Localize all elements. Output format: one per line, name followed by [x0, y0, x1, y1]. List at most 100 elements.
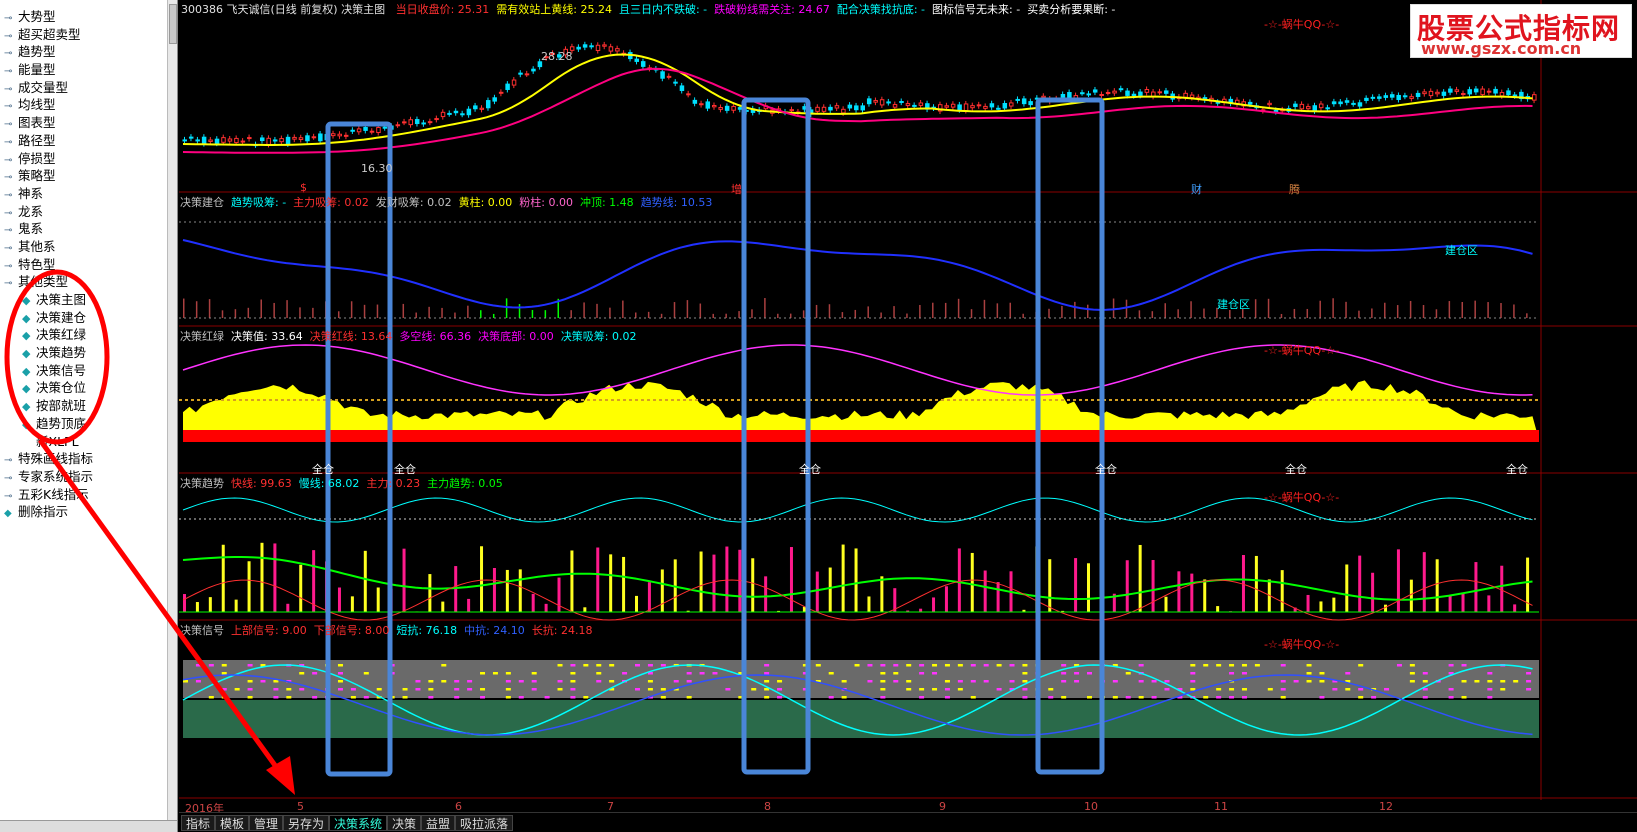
tree-item[interactable]: ◆ 决策红绿	[0, 326, 168, 344]
candle-body	[195, 139, 200, 142]
qushi-bar	[751, 558, 755, 612]
signal-dot	[660, 688, 666, 691]
jiancang-zone-label-2: 建仓区	[1217, 298, 1250, 311]
qushi-bar	[1371, 572, 1375, 612]
tree-item[interactable]: ⊸ 成交量型	[0, 79, 168, 97]
candle-body	[699, 103, 704, 106]
candle-body	[634, 58, 639, 62]
tree-item[interactable]: ⊸ 其他类型	[0, 273, 168, 291]
qushi-bar	[1190, 573, 1194, 612]
bottom-tab[interactable]: 益盟	[421, 815, 456, 831]
qushi-bar	[1138, 544, 1142, 612]
tree-item[interactable]: ⊸ 特色型	[0, 256, 168, 274]
tree-item[interactable]: ◆ 决策信号	[0, 362, 168, 380]
tree-item[interactable]: ⊸ 均线型	[0, 96, 168, 114]
signal-dot	[764, 696, 770, 699]
qushi-bar	[983, 570, 987, 612]
tree-item[interactable]: ⊸ 路径型	[0, 132, 168, 150]
signal-dot	[1190, 672, 1196, 675]
qushi-bar	[518, 569, 522, 612]
panel-value: 主力吸筹: 0.02	[293, 196, 369, 209]
indicator-tree-panel[interactable]: ⊸ 大势型 ⊸ 超买超卖型 ⊸ 趋势型 ⊸ 能量型 ⊸ 成交量型 ⊸ 均线型 ⊸ 图表型 ⊸ 路径型 ⊸ 停损型 ⊸…	[0, 0, 178, 832]
bottom-tab[interactable]: 模板	[215, 815, 250, 831]
tree-item-label: 超买超卖型	[18, 26, 81, 42]
bottom-tab[interactable]: 指标	[181, 815, 216, 831]
jiancang-bar	[699, 303, 702, 318]
tree-scrollbar-thumb[interactable]	[169, 4, 177, 44]
candle-body	[595, 44, 601, 52]
qushi-bar	[273, 543, 277, 612]
watermark-xinhao: -☆-蜗牛QQ-☆-	[1264, 638, 1340, 651]
signal-dot	[841, 696, 847, 699]
bottom-tab[interactable]: 决策系统	[329, 815, 388, 831]
tree-item[interactable]: ◆ 删除指示	[0, 503, 168, 521]
signal-dot	[531, 672, 537, 675]
signal-dot	[1487, 672, 1493, 675]
panel-value: 主力: 0.23	[366, 477, 421, 490]
bottom-tab[interactable]: 管理	[249, 815, 284, 831]
candle-body	[1157, 91, 1163, 94]
tree-item[interactable]: ⊸ 专家系统指示	[0, 468, 168, 486]
candle-body	[1409, 96, 1414, 99]
signal-dot	[983, 664, 989, 667]
tree-item[interactable]: ◆ 决策建仓	[0, 309, 168, 327]
tree-scrollbar[interactable]	[167, 0, 177, 820]
panel-title-xinhao: 决策信号 上部信号: 9.00 下部信号: 8.00 短抗: 76.18 中抗: 24.…	[180, 622, 600, 638]
signal-dot	[777, 688, 783, 691]
panel-value: 决策红线: 13.64	[309, 330, 393, 343]
signal-dot	[1009, 680, 1015, 683]
tree-item[interactable]: ⊸ 五彩K线指示	[0, 486, 168, 504]
tree-item[interactable]: ⊸ 神系	[0, 185, 168, 203]
candle-body	[854, 105, 859, 111]
jiancang-bar	[686, 300, 689, 318]
signal-dot	[402, 696, 408, 699]
tree-bottom-tabs[interactable]	[0, 820, 177, 832]
qushi-bar	[1461, 593, 1465, 612]
chart-area[interactable]: 300386 飞天诚信(日线 前复权) 决策主图 当日收盘价: 25.31 需有效…	[179, 0, 1637, 832]
signal-dot	[1448, 696, 1454, 699]
bottom-tab[interactable]: 决策	[387, 815, 422, 831]
signal-dot	[1280, 680, 1286, 683]
jiancang-bar	[1267, 298, 1270, 318]
tree-item-label: 新XLPL	[36, 433, 79, 449]
tree-item[interactable]: ⊸ 大势型	[0, 8, 168, 26]
tree-item[interactable]: ◆ 决策主图	[0, 291, 168, 309]
tree-item[interactable]: ⊸ 鬼系	[0, 220, 168, 238]
tree-item[interactable]: ⊸ 特殊画线指标	[0, 450, 168, 468]
candle-body	[402, 121, 407, 124]
tree-item[interactable]: ⊸ 策略型	[0, 167, 168, 185]
candle-body	[582, 44, 588, 48]
signal-dot	[1448, 664, 1454, 667]
candle-body	[343, 134, 349, 137]
signal-dot	[454, 696, 460, 699]
jiancang-bar	[492, 313, 495, 318]
signal-dot	[1022, 696, 1028, 699]
jiancang-bar	[1138, 310, 1141, 318]
bottom-tab[interactable]: 另存为	[283, 815, 330, 831]
qushi-bar	[841, 544, 845, 612]
tree-item[interactable]: ◆ 决策趋势	[0, 344, 168, 362]
candle-body	[1041, 95, 1046, 99]
signal-dot	[622, 672, 628, 675]
tree-item[interactable]: ◆ 按部就班	[0, 397, 168, 415]
tree-item[interactable]: ⊸ 停损型	[0, 150, 168, 168]
candle-body	[886, 101, 891, 104]
tree-item[interactable]: ⊸ 其他系	[0, 238, 168, 256]
tree-item[interactable]: ◆新XLPL	[0, 433, 168, 451]
tree-item-label: 鬼系	[18, 221, 44, 237]
signal-dot	[518, 696, 524, 699]
signal-dot	[273, 696, 279, 699]
tree-item[interactable]: ◆ 趋势顶底	[0, 415, 168, 433]
signal-dot	[596, 664, 602, 667]
bottom-tab[interactable]: 吸拉派落	[455, 815, 514, 831]
tree-item[interactable]: ◆ 决策仓位	[0, 379, 168, 397]
tree-item[interactable]: ⊸ 能量型	[0, 61, 168, 79]
candle-body	[944, 105, 949, 108]
jiancang-bar	[673, 302, 676, 318]
signal-dot	[1526, 680, 1532, 683]
signal-dot	[725, 688, 731, 691]
tree-item[interactable]: ⊸ 图表型	[0, 114, 168, 132]
tree-item[interactable]: ⊸ 超买超卖型	[0, 26, 168, 44]
tree-item[interactable]: ⊸ 龙系	[0, 203, 168, 221]
tree-item[interactable]: ⊸ 趋势型	[0, 43, 168, 61]
